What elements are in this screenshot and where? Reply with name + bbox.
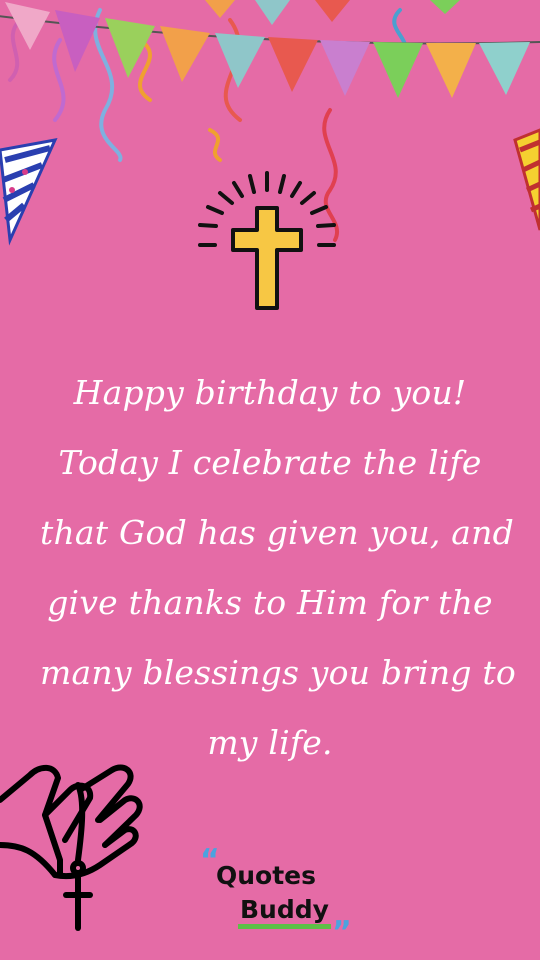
message-line: give thanks to Him for the [47, 583, 493, 622]
party-hat-icon [0, 138, 58, 246]
cross-icon [198, 171, 336, 310]
close-quote-icon: ” [332, 915, 352, 950]
message-line: Happy birthday to you! [73, 373, 467, 412]
message-line: many blessings you bring to [40, 653, 516, 692]
message-line: Today I celebrate the life [58, 443, 482, 482]
praying-hands-rosary-icon [0, 764, 143, 931]
bunting-flags-icon [0, 0, 540, 98]
quotes-buddy-logo: “ Quotes Buddy ” [200, 846, 360, 950]
party-hat-icon [513, 128, 540, 231]
message-line: that God has given you, and [40, 513, 514, 552]
logo-word-quotes: Quotes [216, 861, 317, 890]
birthday-message: Happy birthday to you! Today I celebrate… [40, 358, 516, 778]
message-line: my life. [207, 723, 333, 762]
logo-word-buddy: Buddy [238, 896, 331, 929]
